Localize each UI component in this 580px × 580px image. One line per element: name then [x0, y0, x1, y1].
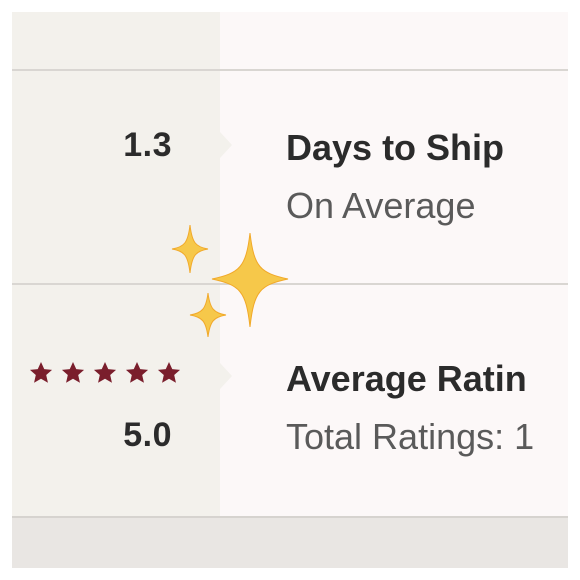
days-to-ship-value: 1.3	[123, 126, 172, 164]
star-icon	[29, 361, 53, 383]
rating-row-notch	[220, 363, 232, 389]
bottom-band	[12, 516, 568, 568]
average-rating-value: 5.0	[123, 416, 172, 454]
star-icon	[93, 361, 117, 383]
average-rating-title: Average Ratin	[286, 358, 527, 399]
section-divider	[12, 283, 568, 285]
star-icon	[125, 361, 149, 383]
star-icon	[157, 361, 181, 383]
screenshot-frame: 1.3 Days to Ship On Average 5.0 Average …	[0, 0, 580, 580]
shop-stats-card: 1.3 Days to Ship On Average 5.0 Average …	[12, 12, 568, 516]
total-ratings-subtitle: Total Ratings: 1	[286, 416, 535, 457]
star-icon	[61, 361, 85, 383]
days-to-ship-title: Days to Ship	[286, 127, 505, 168]
shipping-row-notch	[220, 132, 232, 158]
rating-stars	[28, 360, 182, 386]
top-divider	[12, 69, 568, 71]
days-to-ship-subtitle: On Average	[286, 185, 476, 226]
